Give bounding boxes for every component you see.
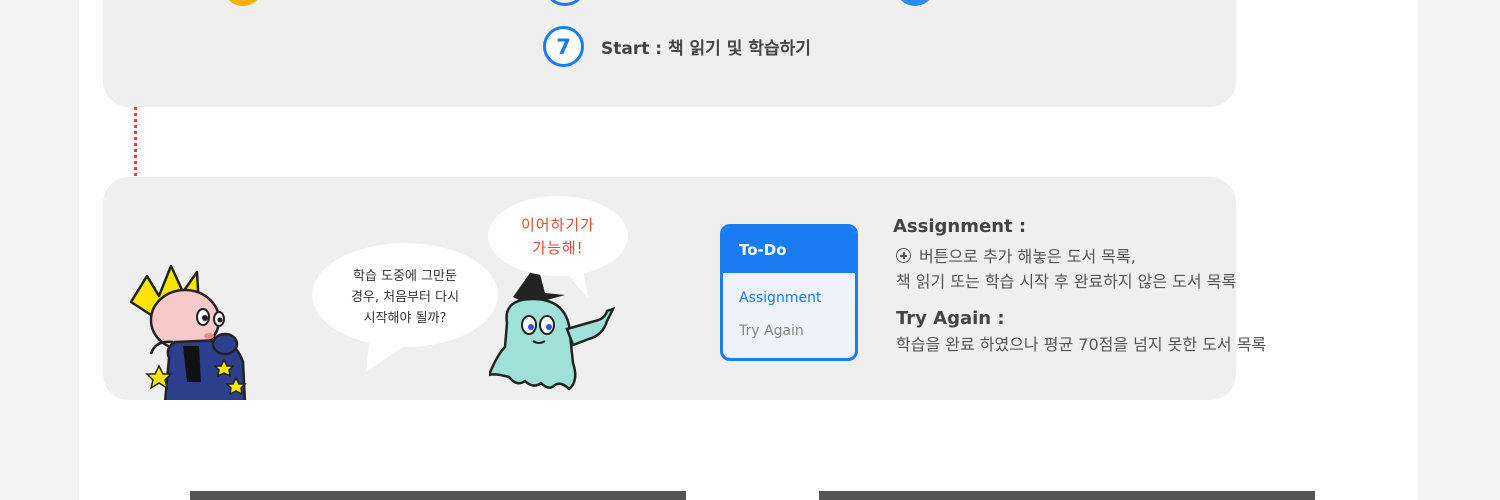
kid-character-illustration — [129, 264, 247, 400]
plus-circle-icon — [896, 248, 911, 263]
assignment-desc-2: 책 읽기 또는 학습 시작 후 완료하지 않은 도서 목록 — [896, 272, 1237, 291]
bottom-bar-left — [190, 491, 686, 500]
info-section: Assignment : 버튼으로 추가 해놓은 도서 목록, 책 읽기 또는 … — [893, 216, 1266, 357]
try-again-title: Try Again : — [896, 308, 1005, 329]
ghost-speech-bubble: 이어하기가 가능해! — [486, 194, 630, 298]
todo-try-again-item[interactable]: Try Again — [723, 323, 855, 339]
todo-card: To-Do Assignment Try Again — [720, 224, 858, 361]
step-number-badge: 7 — [543, 26, 584, 67]
ghost-bubble-line-1: 이어하기가 — [520, 216, 595, 234]
todo-header: To-Do — [723, 227, 855, 273]
assignment-desc-1-text: 버튼으로 추가 해놓은 도서 목록, — [919, 247, 1136, 266]
ghost-bubble-line-2: 가능해! — [532, 239, 584, 257]
assignment-desc-1: 버튼으로 추가 해놓은 도서 목록, — [896, 244, 1266, 269]
step-label: Start : 책 읽기 및 학습하기 — [601, 39, 811, 59]
bottom-bar-right — [819, 491, 1315, 500]
kid-bubble-line-2: 경우, 처음부터 다시 — [350, 290, 460, 305]
assignment-title: Assignment : — [893, 216, 1027, 237]
kid-bubble-line-3: 시작해야 될까? — [363, 311, 447, 326]
kid-speech-bubble: 학습 도중에 그만둔 경우, 처음부터 다시 시작해야 될까? — [310, 242, 500, 374]
step-7: 7 Start : 책 읽기 및 학습하기 — [543, 26, 811, 67]
todo-assignment-item[interactable]: Assignment — [723, 290, 855, 306]
try-again-desc: 학습을 완료 하였으나 평균 70점을 넘지 못한 도서 목록 — [896, 335, 1267, 354]
kid-bubble-line-1: 학습 도중에 그만둔 — [353, 269, 457, 284]
